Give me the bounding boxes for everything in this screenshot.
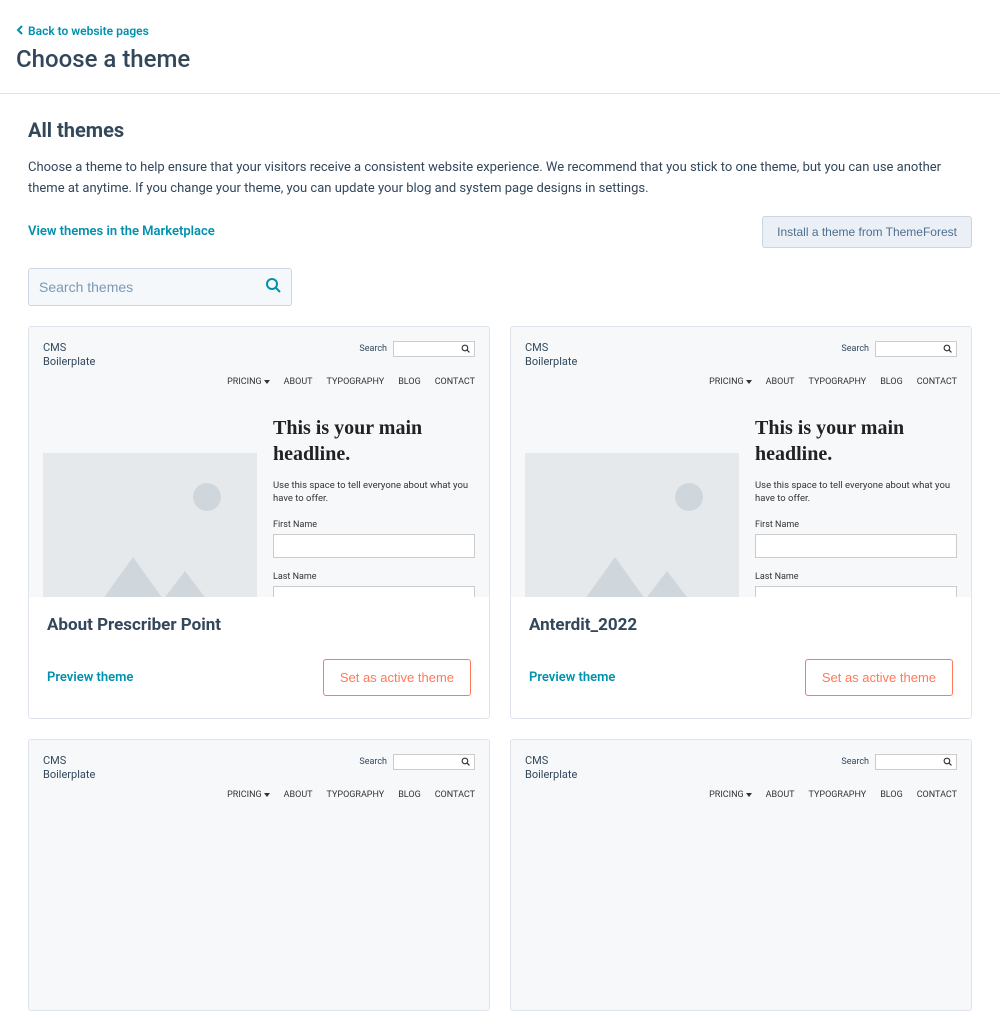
preview-sub: Use this space to tell everyone about wh… — [273, 479, 475, 506]
image-placeholder-icon — [525, 453, 739, 596]
theme-card: CMS Boilerplate Search PRICING ABOUT TYP… — [510, 326, 972, 719]
theme-card: CMS Boilerplate Search PRICING ABOUT TYP… — [28, 739, 490, 1011]
caret-down-icon — [264, 793, 270, 797]
theme-preview: CMS Boilerplate Search PRICING ABOUT TYP… — [511, 740, 971, 1010]
preview-headline: This is your main headline. — [755, 415, 957, 467]
preview-theme-link[interactable]: Preview theme — [529, 670, 615, 685]
section-description: Choose a theme to help ensure that your … — [28, 158, 972, 200]
theme-title: About Prescriber Point — [47, 615, 471, 635]
preview-search-box — [875, 754, 957, 770]
theme-grid: CMS Boilerplate Search PRICING ABOUT TYP… — [28, 326, 972, 1011]
install-themeforest-button[interactable]: Install a theme from ThemeForest — [762, 216, 972, 248]
search-icon — [461, 344, 470, 353]
theme-card: CMS Boilerplate Search PRICING ABOUT TYP… — [510, 739, 972, 1011]
search-icon — [265, 277, 281, 297]
set-active-theme-button[interactable]: Set as active theme — [805, 659, 953, 696]
image-placeholder-icon — [43, 453, 257, 596]
search-icon — [943, 344, 952, 353]
preview-theme-link[interactable]: Preview theme — [47, 670, 133, 685]
search-icon — [461, 757, 470, 766]
caret-down-icon — [264, 380, 270, 384]
preview-search: Search — [841, 341, 957, 357]
theme-card: CMS Boilerplate Search PRICING ABOUT TYP… — [28, 326, 490, 719]
preview-headline: This is your main headline. — [273, 415, 475, 467]
preview-logo: CMS Boilerplate — [525, 754, 577, 783]
preview-first-name-field — [273, 534, 475, 558]
preview-search-box — [393, 754, 475, 770]
set-active-theme-button[interactable]: Set as active theme — [323, 659, 471, 696]
search-wrapper[interactable] — [28, 268, 292, 306]
preview-logo: CMS Boilerplate — [43, 341, 95, 370]
preview-first-name-field — [755, 534, 957, 558]
caret-down-icon — [746, 380, 752, 384]
theme-preview: CMS Boilerplate Search PRICING ABOUT TYP… — [511, 327, 971, 597]
preview-logo: CMS Boilerplate — [43, 754, 95, 783]
marketplace-link[interactable]: View themes in the Marketplace — [28, 224, 215, 239]
section-title: All themes — [28, 118, 972, 142]
theme-preview: CMS Boilerplate Search PRICING ABOUT TYP… — [29, 327, 489, 597]
search-input[interactable] — [39, 279, 265, 295]
search-icon — [943, 757, 952, 766]
preview-nav: PRICING ABOUT TYPOGRAPHY BLOG CONTACT — [43, 377, 475, 387]
preview-search: Search — [359, 754, 475, 770]
preview-nav: PRICING ABOUT TYPOGRAPHY BLOG CONTACT — [525, 790, 957, 800]
chevron-left-icon — [16, 24, 24, 38]
preview-sub: Use this space to tell everyone about wh… — [755, 479, 957, 506]
caret-down-icon — [746, 793, 752, 797]
preview-search-box — [875, 341, 957, 357]
preview-nav: PRICING ABOUT TYPOGRAPHY BLOG CONTACT — [43, 790, 475, 800]
preview-search: Search — [841, 754, 957, 770]
preview-search-box — [393, 341, 475, 357]
back-link[interactable]: Back to website pages — [16, 24, 149, 38]
preview-logo: CMS Boilerplate — [525, 341, 577, 370]
page-title: Choose a theme — [16, 45, 984, 73]
preview-last-name-field — [755, 586, 957, 597]
back-link-label: Back to website pages — [28, 24, 149, 38]
preview-search: Search — [359, 341, 475, 357]
preview-last-name-field — [273, 586, 475, 597]
theme-preview: CMS Boilerplate Search PRICING ABOUT TYP… — [29, 740, 489, 1010]
theme-title: Anterdit_2022 — [529, 615, 953, 635]
preview-nav: PRICING ABOUT TYPOGRAPHY BLOG CONTACT — [525, 377, 957, 387]
